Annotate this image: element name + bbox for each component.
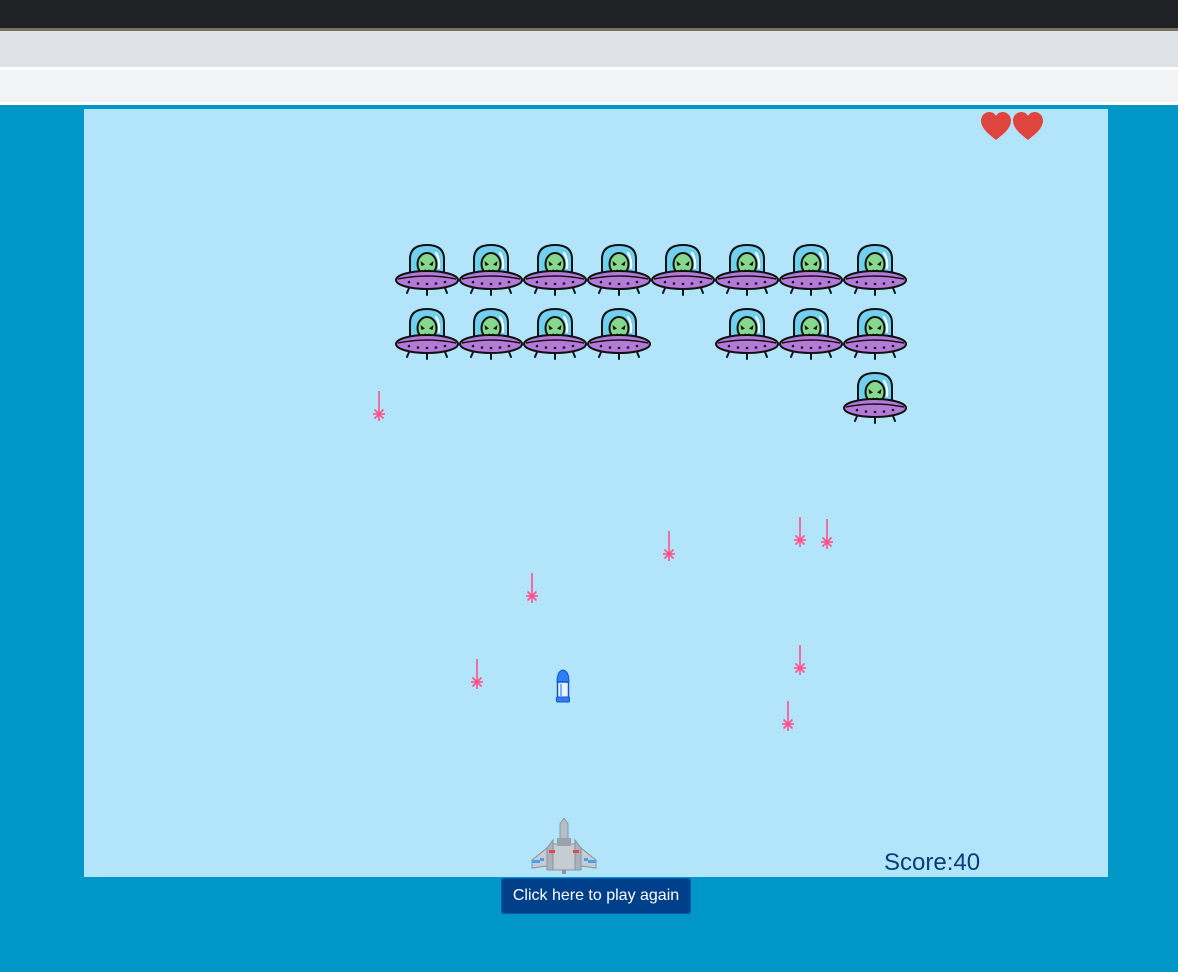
laser-icon: [469, 659, 485, 693]
play-again-button[interactable]: Click here to play again: [501, 878, 691, 914]
alien-ufo-icon: [651, 242, 715, 298]
alien-ufo-icon: [843, 306, 907, 362]
browser-tab-strip: [0, 31, 1178, 67]
lives-indicator: [980, 111, 1044, 141]
laser-icon: [792, 517, 808, 551]
alien-ufo-icon: [395, 306, 459, 362]
alien-ufo-icon: [587, 306, 651, 362]
laser-icon: [661, 531, 677, 565]
alien-ufo-icon: [843, 370, 907, 426]
alien-ufo-icon: [523, 242, 587, 298]
heart-icon: [980, 111, 1012, 141]
score-label: Score:: [884, 849, 954, 876]
browser-address-bar: [0, 67, 1178, 105]
bullet-icon: [556, 669, 570, 703]
alien-ufo-icon: [779, 306, 843, 362]
heart-icon: [1012, 111, 1044, 141]
browser-title-bar: [0, 0, 1178, 31]
alien-ufo-icon: [395, 242, 459, 298]
laser-icon: [524, 573, 540, 607]
laser-icon: [819, 519, 835, 553]
laser-icon: [792, 645, 808, 679]
score-display: Score:40: [884, 849, 980, 877]
spaceship-icon[interactable]: [531, 818, 597, 874]
laser-icon: [780, 701, 796, 735]
alien-ufo-icon: [715, 306, 779, 362]
alien-ufo-icon: [715, 242, 779, 298]
alien-ufo-icon: [779, 242, 843, 298]
alien-ufo-icon: [523, 306, 587, 362]
alien-ufo-icon: [459, 306, 523, 362]
alien-ufo-icon: [459, 242, 523, 298]
laser-icon: [371, 391, 387, 425]
score-value: 40: [953, 849, 981, 876]
alien-ufo-icon: [843, 242, 907, 298]
alien-ufo-icon: [587, 242, 651, 298]
game-canvas[interactable]: Score:40: [84, 109, 1108, 877]
